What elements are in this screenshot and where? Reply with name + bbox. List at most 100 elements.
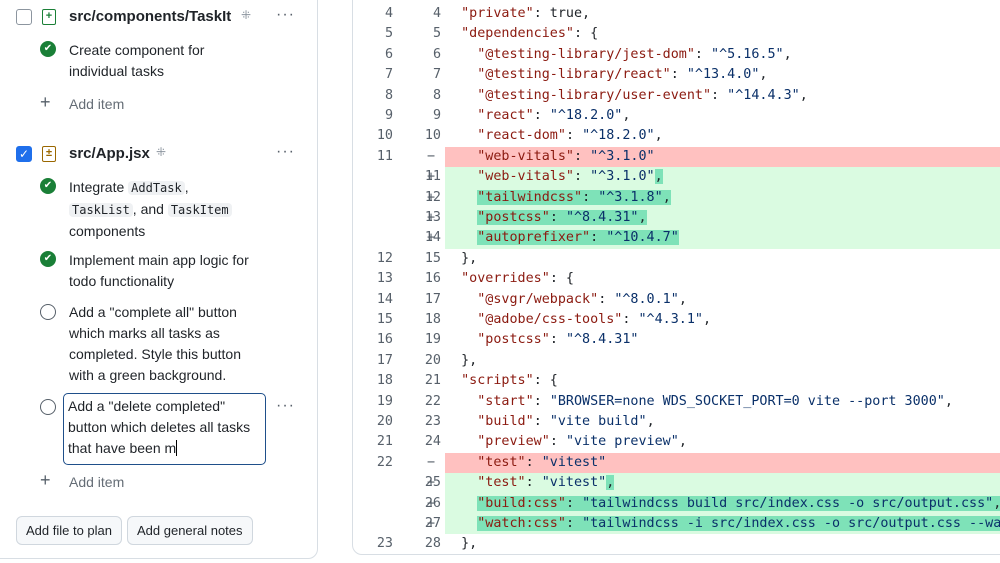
file-added-icon: + — [42, 9, 56, 25]
old-line-number: 11 — [376, 148, 393, 164]
code-content: "autoprefixer": "^10.4.7" — [445, 228, 1000, 249]
diff-line: "@adobe/css-tools": "^4.3.1", 15 18 — [353, 310, 1000, 330]
inline-code: AddTask — [128, 181, 185, 195]
code-content: "start": "BROWSER=none WDS_SOCKET_PORT=0… — [445, 392, 1000, 412]
diff-view: "private": true, 4 4 "dependencies": {5 5 "… — [352, 0, 1000, 555]
code-token: : { — [574, 26, 599, 42]
task-text[interactable]: Add a "complete all" button which marks … — [69, 302, 264, 386]
code-token: "^18.2.0" — [582, 128, 655, 144]
task-text[interactable]: Integrate AddTask, TaskList, and TaskIte… — [69, 177, 269, 242]
diff-line: }, 12 15 — [353, 249, 1000, 269]
code-token: : — [533, 108, 550, 123]
code-token: "postcss" — [477, 210, 550, 225]
code-token: "tailwindcss -i src/index.css -o src/out… — [582, 516, 1000, 531]
code-content: "build:css": "tailwindcss build src/inde… — [445, 493, 1000, 514]
code-content: "build": "vite build", — [445, 412, 1000, 432]
plus-icon[interactable]: + — [40, 92, 51, 113]
code-content: "private": true, — [445, 4, 1000, 24]
more-options-icon[interactable]: ··· — [276, 143, 295, 161]
code-token: "@adobe/css-tools" — [477, 312, 623, 327]
new-line-number: 21 — [424, 373, 441, 389]
old-line-number: 14 — [376, 291, 393, 307]
code-token: "^14.4.3" — [727, 87, 800, 103]
diff-line: "react-dom": "^18.2.0", 10 10 — [353, 126, 1000, 146]
file-name[interactable]: src/components/TaskItem.jsx — [69, 8, 231, 25]
code-token: "web-vitals" — [477, 148, 574, 164]
text-cursor — [176, 440, 178, 456]
code-token: "overrides" — [461, 271, 550, 287]
task-edit-input[interactable]: Add a "delete completed" button which de… — [63, 393, 266, 465]
code-token: : — [525, 475, 542, 491]
plus-icon[interactable]: + — [40, 470, 51, 491]
code-token: : — [533, 414, 550, 429]
drag-handle-icon[interactable]: ⁜ — [241, 8, 251, 22]
new-line-number: 23 — [424, 414, 441, 429]
code-token: "^5.16.5" — [711, 46, 784, 62]
new-line-number: 28 — [424, 536, 441, 552]
add-item-button[interactable]: Add item — [69, 474, 124, 490]
task-edit-text: Add a "delete completed" button which de… — [68, 398, 251, 456]
new-line-number: 6 — [432, 46, 441, 62]
task-open-icon[interactable] — [40, 304, 56, 320]
code-content: "@testing-library/jest-dom": "^5.16.5", — [445, 45, 1000, 65]
code-token: "tailwindcss" — [477, 189, 583, 205]
file-name[interactable]: src/App.jsx — [69, 145, 150, 162]
code-token: , — [783, 46, 792, 62]
old-line-number: 5 — [384, 26, 393, 42]
new-line-number: 17 — [424, 291, 441, 307]
new-line-number: 22 — [424, 393, 441, 409]
new-line-number: 18 — [424, 312, 441, 327]
code-token: "build:css" — [477, 495, 566, 511]
add-file-to-plan-button[interactable]: Add file to plan — [16, 516, 123, 545]
file-checkbox[interactable] — [16, 9, 32, 25]
text: , and — [132, 201, 168, 217]
code-token: : — [565, 495, 583, 511]
file-checkbox[interactable]: ✓ — [16, 146, 32, 162]
code-content: }, — [445, 351, 1000, 371]
code-token: : — [565, 128, 583, 144]
code-token: "start" — [477, 393, 534, 409]
code-token: "dependencies" — [461, 26, 574, 42]
text: Integrate — [69, 179, 129, 195]
old-line-number: 20 — [376, 414, 393, 429]
task-text[interactable]: Implement main app logic for todo functi… — [69, 250, 269, 292]
code-token: , — [993, 495, 1000, 511]
drag-handle-icon[interactable]: ⁜ — [156, 145, 166, 159]
code-token: }, — [445, 352, 478, 368]
old-line-number: 22 — [376, 454, 393, 470]
code-token: "^8.4.31" — [565, 210, 639, 225]
code-content: "scripts": { — [445, 371, 1000, 391]
code-token: , — [678, 291, 687, 307]
add-general-notes-button[interactable]: Add general notes — [127, 516, 253, 545]
task-done-icon[interactable]: ✔ — [40, 178, 56, 194]
code-token: , — [759, 67, 768, 83]
task-done-icon[interactable]: ✔ — [40, 251, 56, 267]
more-options-icon[interactable]: ··· — [276, 397, 295, 415]
new-line-number: 16 — [424, 271, 441, 287]
code-token: "postcss" — [477, 332, 550, 348]
diff-line: }, 17 20 — [353, 351, 1000, 371]
old-line-number: 6 — [384, 46, 393, 62]
text: , — [184, 179, 189, 195]
task-done-icon[interactable]: ✔ — [40, 41, 56, 57]
more-options-icon[interactable]: ··· — [276, 6, 295, 24]
code-token: "test" — [477, 475, 526, 491]
task-open-icon[interactable] — [40, 399, 56, 415]
old-line-number: 4 — [384, 6, 393, 21]
code-token: : — [533, 393, 550, 409]
task-text[interactable]: Create component for individual tasks — [69, 40, 259, 82]
code-content: "test": "vitest", — [445, 473, 1000, 494]
add-item-button[interactable]: Add item — [69, 96, 124, 112]
